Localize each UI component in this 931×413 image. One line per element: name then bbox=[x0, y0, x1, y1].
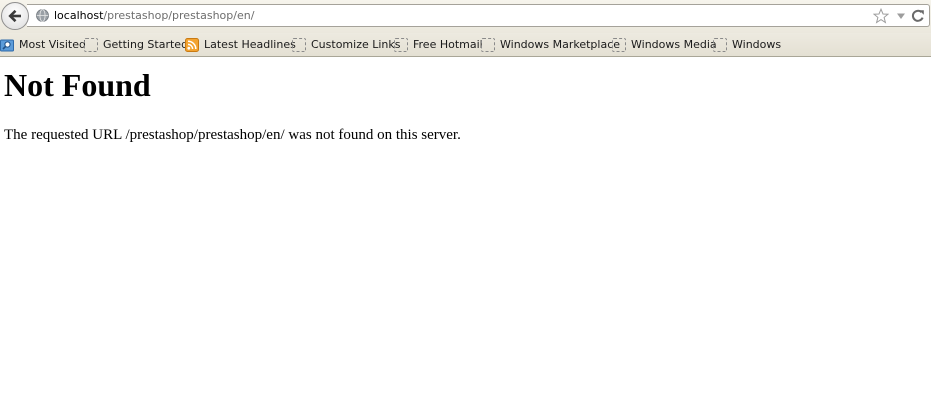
reload-icon[interactable] bbox=[910, 8, 926, 24]
bookmark-most-visited[interactable]: Most Visited bbox=[0, 37, 86, 53]
bookmark-star-icon[interactable] bbox=[873, 8, 889, 24]
bookmark-latest-headlines[interactable]: Latest Headlines bbox=[185, 37, 296, 53]
back-arrow-icon bbox=[8, 9, 21, 23]
navigation-toolbar: localhost/prestashop/prestashop/en/ bbox=[0, 0, 931, 33]
bookmark-free-hotmail[interactable]: Free Hotmail bbox=[394, 37, 483, 53]
bookmark-getting-started[interactable]: Getting Started bbox=[84, 37, 188, 53]
bookmarks-toolbar: Most Visited Getting Started Latest Head… bbox=[0, 33, 931, 57]
history-dropdown-icon[interactable] bbox=[896, 11, 906, 21]
bookmark-label: Customize Links bbox=[311, 38, 401, 51]
bookmark-label: Windows bbox=[732, 38, 782, 51]
url-path: /prestashop/prestashop/en/ bbox=[103, 9, 255, 22]
bookmark-label: Most Visited bbox=[19, 38, 86, 51]
bookmark-windows-media[interactable]: Windows Media bbox=[612, 37, 717, 53]
bookmark-windows[interactable]: Windows bbox=[713, 37, 781, 53]
bookmark-windows-marketplace[interactable]: Windows Marketplace bbox=[481, 37, 620, 53]
bookmark-label: Windows Marketplace bbox=[500, 38, 621, 51]
bookmark-label: Getting Started bbox=[103, 38, 189, 51]
bookmark-customize-links[interactable]: Customize Links bbox=[292, 37, 401, 53]
page-title: Not Found bbox=[4, 67, 151, 103]
url-host: localhost bbox=[54, 9, 104, 22]
bookmark-icon bbox=[292, 38, 306, 52]
rss-feed-icon bbox=[185, 38, 199, 52]
bookmark-icon bbox=[612, 38, 626, 52]
globe-icon[interactable] bbox=[36, 9, 49, 22]
url-bar[interactable]: localhost/prestashop/prestashop/en/ bbox=[27, 4, 930, 27]
bookmark-icon bbox=[481, 38, 495, 52]
bookmark-label: Windows Media bbox=[631, 38, 717, 51]
bookmark-icon bbox=[394, 38, 408, 52]
url-text[interactable]: localhost/prestashop/prestashop/en/ bbox=[54, 8, 254, 23]
back-button[interactable] bbox=[1, 2, 29, 30]
bookmark-icon bbox=[84, 38, 98, 52]
bookmark-label: Free Hotmail bbox=[413, 38, 483, 51]
error-message: The requested URL /prestashop/prestashop… bbox=[4, 127, 461, 143]
bookmark-icon bbox=[713, 38, 727, 52]
search-folder-icon bbox=[0, 39, 14, 52]
bookmark-label: Latest Headlines bbox=[204, 38, 296, 51]
